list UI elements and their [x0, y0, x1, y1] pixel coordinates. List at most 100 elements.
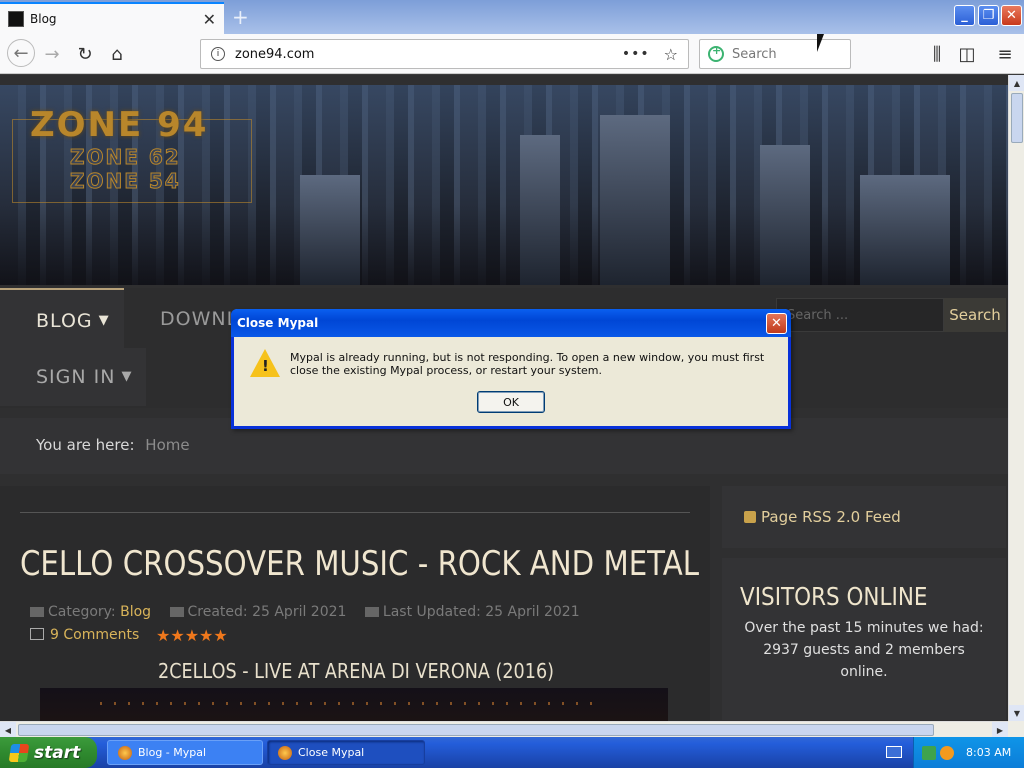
taskbar-item-label: Close Mypal: [298, 746, 365, 759]
calendar-icon: [364, 607, 379, 617]
calendar-icon: [169, 607, 184, 617]
header-banner: ZONE 94 ZONE 62 ZONE 54: [0, 85, 1008, 285]
comments-link[interactable]: 9 Comments: [30, 627, 139, 643]
menu-item-downloads[interactable]: DOWNL: [160, 308, 238, 330]
rss-feed-link[interactable]: Page RSS 2.0 Feed: [722, 486, 1006, 548]
search-engine-icon: [708, 44, 724, 62]
site-search-input[interactable]: Search ...: [776, 298, 944, 332]
visitors-title: VISITORS ONLINE: [740, 582, 928, 611]
menu-item-label: BLOG: [36, 310, 93, 332]
scroll-thumb[interactable]: [1011, 93, 1023, 143]
article-meta: Category: Blog Created: 25 April 2021 La…: [30, 604, 580, 620]
system-tray: 8:03 AM: [913, 737, 1024, 768]
article: CELLO CROSSOVER MUSIC - ROCK AND METAL C…: [0, 486, 710, 721]
scroll-right-icon[interactable]: ▶: [992, 722, 1008, 738]
start-label: start: [34, 742, 81, 763]
taskbar-item-blog[interactable]: Blog - Mypal: [107, 740, 263, 765]
site-info-icon[interactable]: i: [211, 47, 225, 61]
taskbar-item-close-mypal[interactable]: Close Mypal: [267, 740, 425, 765]
breadcrumb-home-link[interactable]: Home: [145, 436, 189, 454]
browser-search-input[interactable]: Search: [699, 39, 851, 69]
logo-sub-line: ZONE 62: [70, 145, 181, 170]
site-search-button[interactable]: Search: [944, 298, 1006, 332]
banner-building: [300, 175, 360, 285]
tab-title: Blog: [30, 12, 57, 26]
rating-stars[interactable]: ★★★★★: [156, 626, 228, 645]
dialog-titlebar[interactable]: Close Mypal ✕: [231, 309, 791, 337]
divider: [20, 512, 690, 513]
hamburger-menu-icon[interactable]: ≡: [993, 42, 1017, 66]
tab-strip: Blog ✕ + _ ❐ ✕: [0, 0, 1024, 34]
banner-building: [760, 145, 810, 285]
vertical-scrollbar[interactable]: ▲ ▼: [1008, 75, 1024, 721]
network-icon[interactable]: [922, 745, 936, 760]
banner-building: [600, 115, 670, 285]
new-tab-icon[interactable]: +: [232, 5, 249, 29]
navigation-toolbar: ← → ↻ ⌂ i zone94.com ••• ☆ Search ⫼ ◫ ≡: [0, 34, 1024, 74]
menu-item-label: SIGN IN: [36, 366, 116, 388]
sidebar-icon[interactable]: ◫: [955, 42, 979, 66]
video-title: 2CELLOS - LIVE AT ARENA DI VERONA (2016): [158, 659, 555, 683]
updated-date: Last Updated: 25 April 2021: [382, 604, 580, 620]
comment-icon: [30, 628, 44, 640]
dialog-close-button[interactable]: ✕: [766, 313, 787, 334]
close-mypal-dialog: Close Mypal ✕ ! Mypal is already running…: [231, 309, 791, 429]
page-actions-icon[interactable]: •••: [622, 46, 650, 62]
scroll-thumb[interactable]: [18, 724, 934, 736]
horizontal-scrollbar[interactable]: ◀ ▶: [0, 721, 1008, 738]
reload-icon[interactable]: ↻: [73, 42, 97, 66]
banner-building: [860, 175, 950, 285]
menu-item-blog[interactable]: BLOG ▼: [0, 288, 124, 348]
site-favicon-icon: [8, 11, 24, 27]
ok-button[interactable]: OK: [477, 391, 545, 413]
search-placeholder: Search: [732, 46, 777, 62]
mouse-cursor-icon: [817, 34, 824, 52]
address-bar[interactable]: i zone94.com ••• ☆: [200, 39, 689, 69]
video-embed[interactable]: [40, 688, 668, 721]
scroll-left-icon[interactable]: ◀: [0, 722, 16, 738]
tab-close-icon[interactable]: ✕: [203, 10, 216, 29]
keyboard-icon[interactable]: [886, 746, 902, 758]
site-logo[interactable]: ZONE 94: [30, 105, 208, 145]
taskbar-item-label: Blog - Mypal: [138, 746, 207, 759]
library-icon[interactable]: ⫼: [925, 42, 949, 66]
mypal-icon: [118, 745, 132, 760]
warning-icon: !: [250, 349, 280, 377]
caret-down-icon: ▼: [121, 369, 133, 384]
browser-tab[interactable]: Blog ✕: [0, 2, 224, 34]
visitors-online-module: VISITORS ONLINE Over the past 15 minutes…: [722, 558, 1006, 720]
folder-icon: [30, 607, 44, 617]
site-logo-sub: ZONE 62 ZONE 54: [70, 145, 181, 194]
forward-arrow-icon[interactable]: →: [40, 42, 64, 66]
clock[interactable]: 8:03 AM: [966, 746, 1011, 759]
category-label: Category:: [48, 604, 116, 620]
scrollbar-corner: [1008, 721, 1024, 737]
taskbar: start Blog - Mypal Close Mypal 8:03 AM: [0, 737, 1024, 768]
dialog-message: Mypal is already running, but is not res…: [290, 351, 765, 377]
caret-down-icon: ▼: [98, 313, 110, 328]
menu-item-sign-in[interactable]: SIGN IN ▼: [0, 348, 146, 406]
home-icon[interactable]: ⌂: [105, 42, 129, 66]
comments-count: 9 Comments: [50, 627, 140, 643]
dialog-title: Close Mypal: [237, 316, 319, 330]
window-restore-button[interactable]: ❐: [978, 5, 999, 26]
bookmark-star-icon[interactable]: ☆: [664, 45, 678, 64]
breadcrumb-label: You are here:: [36, 436, 135, 454]
mypal-icon: [278, 745, 292, 760]
rss-label: Page RSS 2.0 Feed: [761, 508, 901, 526]
category-link[interactable]: Blog: [120, 604, 151, 620]
scroll-down-icon[interactable]: ▼: [1009, 705, 1024, 721]
start-button[interactable]: start: [0, 737, 97, 768]
banner-building: [520, 135, 560, 285]
visitors-text: Over the past 15 minutes we had: 2937 gu…: [744, 620, 984, 680]
url-text[interactable]: zone94.com: [235, 47, 622, 62]
logo-sub-line: ZONE 54: [70, 169, 181, 194]
article-title[interactable]: CELLO CROSSOVER MUSIC - ROCK AND METAL: [20, 544, 699, 584]
search-icon[interactable]: [940, 745, 954, 760]
scroll-up-icon[interactable]: ▲: [1009, 75, 1024, 91]
rss-icon: [744, 511, 756, 523]
windows-logo-icon: [8, 743, 30, 762]
window-minimize-button[interactable]: _: [954, 5, 975, 26]
window-close-button[interactable]: ✕: [1001, 5, 1022, 26]
back-arrow-icon[interactable]: ←: [7, 39, 35, 67]
